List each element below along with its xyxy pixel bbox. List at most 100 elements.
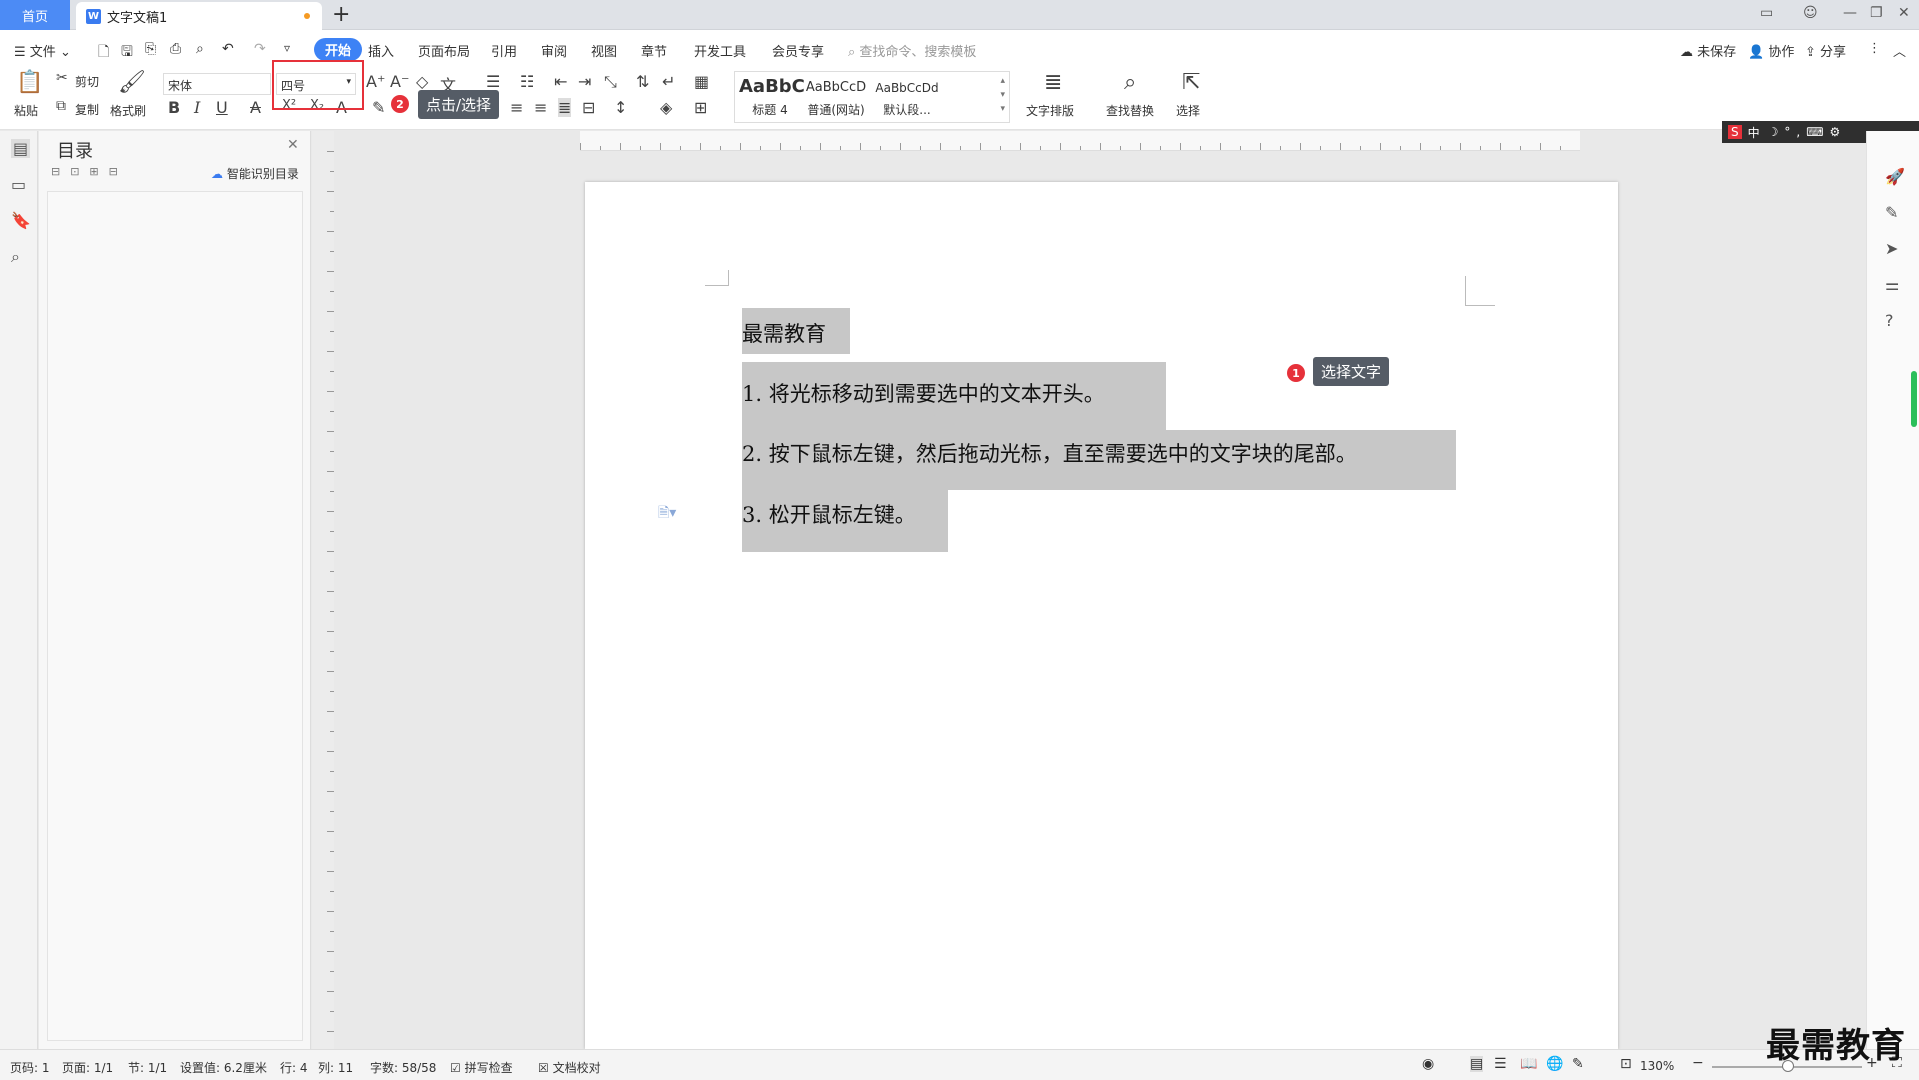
sort-icon[interactable]: ⇅ xyxy=(636,72,649,91)
style-normal-web[interactable]: AaBbCcD 普通(网站) xyxy=(803,76,869,118)
status-col[interactable]: 列: 11 xyxy=(318,1059,353,1076)
table-grid-icon[interactable]: ▦ xyxy=(694,72,709,91)
minimize-button[interactable]: — xyxy=(1843,5,1857,21)
text-direction-icon[interactable]: ⤡ xyxy=(604,72,617,92)
line-spacing-icon[interactable]: ↕ xyxy=(614,98,627,117)
new-doc-icon[interactable]: 🗋 xyxy=(98,41,109,65)
status-pages[interactable]: 页面: 1/1 xyxy=(62,1059,113,1076)
style-default-paragraph[interactable]: AaBbCcDd 默认段... xyxy=(871,76,943,118)
menu-tab-start[interactable]: 开始 xyxy=(314,38,363,61)
document-page[interactable]: 最需教育 1. 将光标移动到需要选中的文本开头。 2. 按下鼠标左键，然后拖动光… xyxy=(585,182,1618,1049)
search-icon[interactable]: ⌕ xyxy=(11,247,20,267)
menu-tab-review[interactable]: 审阅 xyxy=(541,41,567,60)
menu-tab-insert[interactable]: 插入 xyxy=(368,41,394,60)
ime-mode[interactable]: 中 xyxy=(1748,124,1760,141)
close-icon[interactable]: ✕ xyxy=(287,137,299,153)
horizontal-ruler[interactable] xyxy=(580,131,1580,151)
font-name-select[interactable]: 宋体 xyxy=(163,73,271,95)
smart-toc-button[interactable]: ☁ 智能识别目录 xyxy=(211,165,299,182)
shrink-font-icon[interactable]: A⁻ xyxy=(390,72,409,91)
save-icon[interactable]: 🖫 xyxy=(121,41,133,65)
doc-line-1[interactable]: 1. 将光标移动到需要选中的文本开头。 xyxy=(742,378,1105,408)
status-words[interactable]: 字数: 58/58 xyxy=(370,1059,436,1076)
copy-button[interactable]: 复制 xyxy=(75,101,99,118)
doc-line-3[interactable]: 3. 松开鼠标左键。 xyxy=(742,499,916,529)
find-replace-icon[interactable]: ⌕ xyxy=(1124,70,1136,95)
style-heading4[interactable]: AaBbC 标题 4 xyxy=(739,76,805,118)
distribute-icon[interactable]: ⊟ xyxy=(582,98,595,117)
section-nav-icon[interactable]: ▭ xyxy=(11,175,26,194)
pointer-icon[interactable]: ➤ xyxy=(1885,239,1898,258)
status-section[interactable]: 节: 1/1 xyxy=(128,1059,167,1076)
write-view-icon[interactable]: ✎ xyxy=(1572,1056,1584,1072)
cut-icon[interactable]: ✂ xyxy=(56,70,68,86)
unsaved-button[interactable]: ☁ 未保存 xyxy=(1680,41,1736,60)
status-page-code[interactable]: 页码: 1 xyxy=(10,1059,50,1076)
format-painter-icon[interactable]: 🖌 xyxy=(118,70,146,95)
select-cursor-icon[interactable]: ⇱ xyxy=(1182,70,1200,95)
menu-tab-member[interactable]: 会员专享 xyxy=(772,41,824,60)
outline-view-icon[interactable]: ☰ xyxy=(1494,1056,1507,1072)
eye-protect-icon[interactable]: ◉ xyxy=(1422,1056,1434,1072)
tab-document[interactable]: W 文字文稿1 xyxy=(76,2,322,30)
justify-icon[interactable]: ≣ xyxy=(558,98,572,117)
text-layout-icon[interactable]: ≣ xyxy=(1044,70,1062,95)
format-painter-button[interactable]: 格式刷 xyxy=(110,102,146,119)
grow-font-icon[interactable]: A⁺ xyxy=(366,72,385,91)
status-row[interactable]: 行: 4 xyxy=(280,1059,308,1076)
toc-panel-icon[interactable]: ▤ xyxy=(11,139,31,158)
menu-tab-view[interactable]: 视图 xyxy=(591,41,617,60)
page-view-icon[interactable]: ▤ xyxy=(1470,1056,1484,1072)
ime-tools-icon[interactable]: ☽°,⌨⚙ xyxy=(1768,125,1847,139)
new-tab-button[interactable]: + xyxy=(332,2,350,27)
show-marks-icon[interactable]: ↵ xyxy=(662,72,675,91)
tab-home[interactable]: 首页 xyxy=(0,0,70,30)
increase-indent-icon[interactable]: ⇥ xyxy=(578,72,591,91)
style-scroll-icon[interactable]: ▴ ▾ ▾ xyxy=(1000,74,1005,116)
web-view-icon[interactable]: 🌐 xyxy=(1546,1056,1563,1072)
toc-tools-icon[interactable]: ⊟⊡⊞⊟ xyxy=(51,165,128,178)
underline-icon[interactable]: U xyxy=(216,98,228,117)
cut-button[interactable]: 剪切 xyxy=(75,73,99,90)
rocket-icon[interactable]: 🚀 xyxy=(1885,167,1905,186)
bookmark-icon[interactable]: 🔖 xyxy=(11,211,31,230)
doc-line-title[interactable]: 最需教育 xyxy=(742,318,826,348)
settings-sliders-icon[interactable]: ⚌ xyxy=(1885,275,1899,294)
borders-icon[interactable]: ⊞ xyxy=(694,98,707,117)
read-view-icon[interactable]: 📖 xyxy=(1520,1056,1537,1072)
help-icon[interactable]: ? xyxy=(1885,311,1894,330)
print-preview-icon[interactable]: ⌕ xyxy=(196,41,204,57)
select-button[interactable]: 选择 xyxy=(1176,102,1200,119)
share-button[interactable]: ⇪ 分享 xyxy=(1805,41,1846,60)
align-center-icon[interactable]: ≡ xyxy=(510,98,523,117)
bold-icon[interactable]: B xyxy=(168,98,180,117)
paste-icon[interactable]: 📋 xyxy=(16,70,43,95)
menu-tab-chapter[interactable]: 章节 xyxy=(641,41,667,60)
export-icon[interactable]: ⎘ xyxy=(145,41,156,57)
redo-icon[interactable]: ↷ xyxy=(254,41,266,57)
undo-icon[interactable]: ↶ xyxy=(222,41,234,57)
numbered-list-icon[interactable]: ☷ xyxy=(520,72,534,91)
fit-page-icon[interactable]: ⊡ xyxy=(1620,1056,1632,1072)
decrease-indent-icon[interactable]: ⇤ xyxy=(554,72,567,91)
zoom-level[interactable]: 130% xyxy=(1640,1059,1674,1073)
quick-access-more-icon[interactable]: ▿ xyxy=(284,41,290,55)
menu-tab-references[interactable]: 引用 xyxy=(491,41,517,60)
bullet-list-icon[interactable]: ☰ xyxy=(486,72,500,91)
menu-tab-layout[interactable]: 页面布局 xyxy=(418,41,470,60)
collapse-ribbon-icon[interactable]: ︿ xyxy=(1893,41,1906,60)
restore-button[interactable]: ❐ xyxy=(1870,5,1883,21)
shading-icon[interactable]: ◈ xyxy=(660,98,672,117)
doc-proof-button[interactable]: ☒ 文档校对 xyxy=(538,1059,601,1076)
copy-icon[interactable]: ⧉ xyxy=(56,98,66,114)
collaborate-button[interactable]: 👤 协作 xyxy=(1748,41,1794,60)
scroll-indicator[interactable] xyxy=(1911,371,1917,427)
paragraph-handle-icon[interactable]: 🗎▾ xyxy=(658,502,676,526)
command-search[interactable]: ⌕ 查找命令、搜索模板 xyxy=(848,41,976,60)
print-icon[interactable]: ⎙ xyxy=(170,41,181,57)
clear-format-icon[interactable]: ◇ xyxy=(416,72,428,91)
close-window-button[interactable]: ✕ xyxy=(1898,5,1910,21)
user-avatar-icon[interactable]: ☺ xyxy=(1803,5,1818,21)
file-menu[interactable]: ☰ 文件 ⌄ xyxy=(14,41,71,60)
strikethrough-icon[interactable]: A xyxy=(250,98,261,117)
